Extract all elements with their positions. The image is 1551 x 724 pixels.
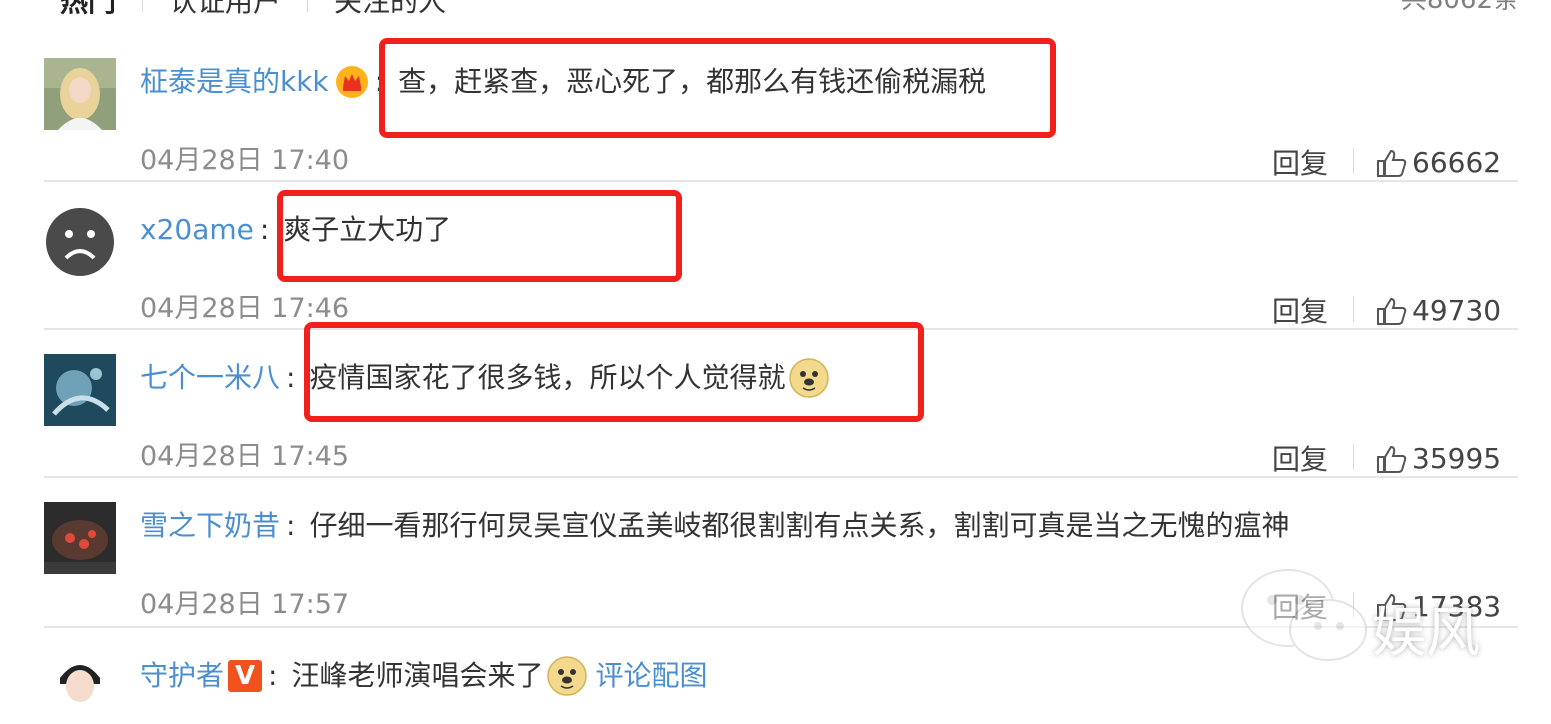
username-link[interactable]: 七个一米八 — [140, 358, 280, 398]
avatar[interactable] — [44, 652, 116, 724]
v-badge-icon: V — [228, 660, 263, 692]
username-link[interactable]: 雪之下奶昔 — [140, 506, 280, 546]
thumbs-up-icon — [1377, 445, 1407, 473]
username-link[interactable]: 守护者 — [140, 656, 224, 696]
avatar[interactable] — [44, 502, 116, 574]
separator-colon: : — [268, 659, 278, 692]
watermark-text: 娱风 — [1372, 601, 1480, 664]
username-link[interactable]: x20ame — [140, 210, 254, 250]
highlight-box — [277, 190, 682, 282]
comment-time: 04月28日 17:57 — [140, 589, 350, 620]
doge-emoji-icon — [547, 656, 588, 696]
comment-divider — [44, 180, 1518, 182]
comment-line: 雪之下奶昔 : 仔细一看那行何炅吴宣仪孟美岐都很割割有点关系，割割可真是当之无愧… — [140, 506, 1289, 546]
comment-text: 汪峰老师演唱会来了 — [291, 659, 544, 692]
action-divider — [1353, 148, 1354, 174]
comment-line: 守护者 V : 汪峰老师演唱会来了 评论配图 — [140, 656, 707, 696]
reply-button[interactable]: 回复 — [1272, 142, 1328, 182]
action-divider — [1353, 296, 1354, 322]
highlight-box — [304, 322, 924, 422]
thumbs-up-icon — [1377, 297, 1407, 325]
comment-filter-tabs: 热门 认证用户 关注的人 — [60, 0, 446, 18]
like-button[interactable]: 66662 — [1376, 146, 1501, 179]
avatar[interactable] — [44, 58, 116, 130]
reply-button[interactable]: 回复 — [1272, 438, 1328, 478]
comment-time: 04月28日 17:40 — [140, 145, 350, 176]
like-count: 66662 — [1412, 146, 1502, 179]
separator-colon: : — [259, 213, 270, 246]
comment-time: 04月28日 17:45 — [140, 441, 350, 472]
highlight-box — [379, 38, 1056, 138]
username-link[interactable]: 柾泰是真的kkk — [140, 62, 329, 102]
reply-button[interactable]: 回复 — [1272, 290, 1328, 330]
thumbs-up-icon — [1377, 149, 1407, 177]
crown-icon[interactable] — [335, 65, 369, 99]
tab-verified-users[interactable]: 认证用户 — [169, 0, 281, 20]
comment-total-count: 共8062条 — [1400, 0, 1519, 15]
avatar[interactable] — [44, 206, 116, 278]
tab-following[interactable]: 关注的人 — [334, 0, 446, 20]
tab-hot[interactable]: 热门 — [60, 0, 116, 20]
separator-colon: : — [286, 509, 296, 542]
comment-divider — [44, 476, 1518, 478]
comment-text: 仔细一看那行何炅吴宣仪孟美岐都很割割有点关系，割割可真是当之无愧的瘟神 — [309, 509, 1290, 542]
like-button[interactable]: 35995 — [1376, 442, 1501, 475]
tab-divider — [142, 0, 144, 12]
like-count: 49730 — [1412, 294, 1502, 327]
comment-image-link[interactable]: 评论配图 — [595, 656, 707, 696]
avatar[interactable] — [44, 354, 116, 426]
comment-time: 04月28日 17:46 — [140, 293, 350, 324]
like-button[interactable]: 49730 — [1376, 294, 1501, 327]
action-divider — [1353, 444, 1354, 470]
separator-colon: : — [286, 361, 296, 394]
tab-divider — [307, 0, 309, 12]
like-count: 35995 — [1412, 442, 1502, 475]
